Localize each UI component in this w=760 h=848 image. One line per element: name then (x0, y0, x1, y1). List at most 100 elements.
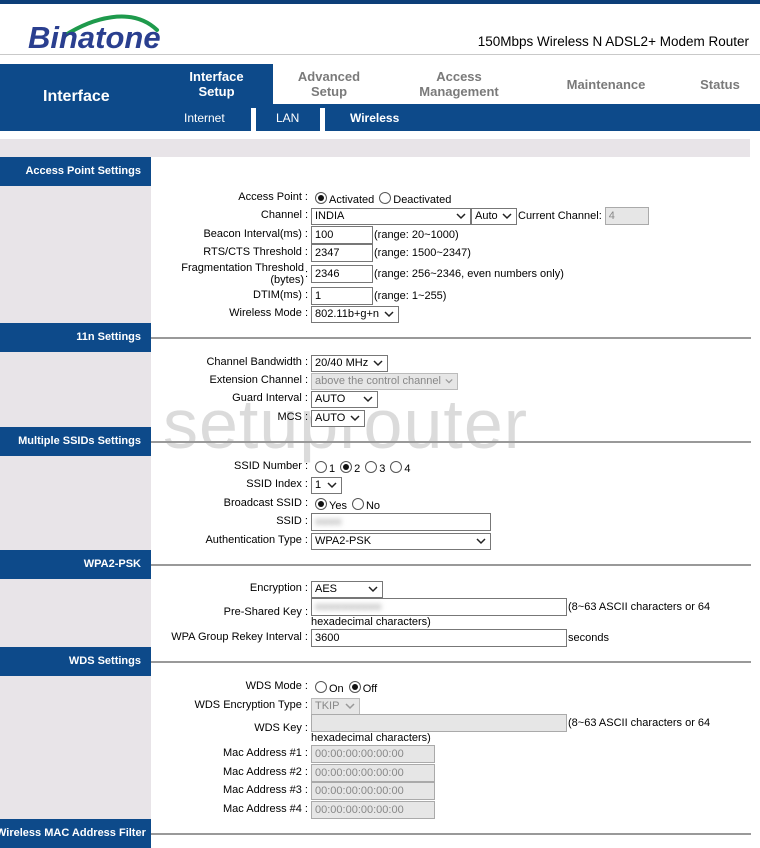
rekey-interval-input[interactable] (311, 629, 567, 647)
section-header-wds: WDS Settings (0, 647, 151, 676)
wds-mode-row: WDS Mode : On Off (245, 680, 378, 695)
subtab-wireless[interactable]: Wireless (350, 104, 399, 131)
subtab-lan[interactable]: LAN (276, 104, 299, 131)
beacon-interval-input[interactable] (311, 226, 373, 244)
mac-address-row: Mac Address #2 : (151, 764, 760, 782)
wds-key-row: WDS Key : (8~63 ASCII characters or 64 h… (151, 714, 760, 744)
sidebar-background (0, 157, 151, 840)
rts-row: RTS/CTS Threshold : (range: 1500~2347) (151, 244, 760, 262)
binatone-logo: Binatone (28, 8, 178, 56)
broadcast-yes-radio[interactable] (315, 498, 327, 510)
wds-encryption-row: WDS Encryption Type : TKIP (151, 697, 760, 715)
subnav-separator (251, 108, 256, 131)
access-point-activated-radio[interactable] (315, 192, 327, 204)
rts-threshold-input[interactable] (311, 244, 373, 262)
section-header-mac-filter: Wireless MAC Address Filter (0, 819, 151, 848)
top-border (0, 0, 760, 4)
channel-country-select[interactable]: INDIA (311, 207, 471, 225)
ssid-number-4-radio[interactable] (390, 461, 403, 473)
wds-on-radio[interactable] (315, 681, 327, 693)
auth-type-row: Authentication Type : WPA2-PSK (151, 532, 760, 550)
wds-encryption-select: TKIP (311, 697, 360, 715)
chevron-down-icon (350, 415, 360, 422)
section-header-wpa2: WPA2-PSK (0, 550, 151, 579)
mac-address-2-input (311, 764, 435, 782)
mac-address-row: Mac Address #4 : (151, 801, 760, 819)
tab-interface-setup[interactable]: Interface Setup (160, 64, 273, 104)
mac-address-row: Mac Address #3 : (151, 782, 760, 800)
authentication-type-select[interactable]: WPA2-PSK (311, 532, 491, 550)
wds-key-input (311, 714, 567, 732)
header-divider (0, 54, 760, 55)
chevron-down-icon (327, 482, 337, 489)
product-name: 150Mbps Wireless N ADSL2+ Modem Router (477, 34, 749, 49)
encryption-select[interactable]: AES (311, 580, 383, 598)
section-divider (151, 337, 751, 339)
section-divider (151, 833, 751, 835)
tab-status[interactable]: Status (688, 64, 752, 104)
ssid-number-2-radio[interactable] (340, 461, 353, 473)
ssid-row: SSID : ●●●● (151, 513, 760, 531)
section-header-access-point: Access Point Settings (0, 157, 151, 186)
rekey-interval-row: WPA Group Rekey Interval : seconds (151, 629, 760, 647)
fragmentation-threshold-input[interactable] (311, 265, 373, 283)
chevron-down-icon (368, 586, 378, 593)
main-nav: Interface Interface Setup Advanced Setup… (0, 64, 760, 131)
wds-off-radio[interactable] (348, 681, 361, 693)
chevron-down-icon (476, 538, 486, 545)
access-point-deactivated-radio[interactable] (379, 192, 392, 204)
mac-address-3-input (311, 782, 435, 800)
chevron-down-icon (363, 396, 373, 403)
mcs-row: MCS : AUTO (151, 409, 760, 427)
chevron-down-icon (502, 213, 512, 220)
subtab-internet[interactable]: Internet (184, 104, 225, 131)
guard-interval-row: Guard Interval : AUTO (151, 390, 760, 408)
mcs-select[interactable]: AUTO (311, 409, 365, 427)
chevron-down-icon (445, 378, 453, 384)
section-divider (151, 441, 751, 443)
current-channel-field (604, 207, 649, 225)
section-header-11n: 11n Settings (0, 323, 151, 352)
broadcast-no-radio[interactable] (351, 498, 364, 510)
mac-address-1-input (311, 745, 435, 763)
chevron-down-icon (384, 311, 394, 318)
sub-nav: Internet LAN Wireless (0, 104, 760, 131)
section-divider (151, 661, 751, 663)
pre-shared-key-row: Pre-Shared Key : ●●●●●●●●●● (8~63 ASCII … (151, 598, 760, 628)
ssid-number-row: SSID Number : 1 2 3 4 (234, 460, 411, 475)
extension-channel-row: Extension Channel : above the control ch… (151, 372, 760, 390)
fragmentation-row: Fragmentation Threshold(bytes) : (range:… (151, 262, 760, 288)
tab-maintenance[interactable]: Maintenance (545, 64, 667, 104)
pre-shared-key-input[interactable]: ●●●●●●●●●● (311, 598, 567, 616)
extension-channel-select: above the control channel (311, 372, 458, 390)
section-divider (151, 564, 751, 566)
mac-address-row: Mac Address #1 : (151, 745, 760, 763)
mac-address-4-input (311, 801, 435, 819)
broadcast-ssid-row: Broadcast SSID : Yes No (223, 497, 381, 512)
section-header-ssids: Multiple SSIDs Settings (0, 427, 151, 456)
logo-text: Binatone (28, 20, 161, 55)
chevron-down-icon (373, 360, 383, 367)
access-point-row: Access Point : Activated Deactivated (238, 191, 452, 206)
encryption-row: Encryption : AES (151, 580, 760, 598)
tab-access-management[interactable]: Access Management (395, 64, 523, 104)
channel-bandwidth-select[interactable]: 20/40 MHz (311, 354, 388, 372)
ssid-index-row: SSID Index : 1 (151, 476, 760, 494)
bandwidth-row: Channel Bandwidth : 20/40 MHz (151, 354, 760, 372)
subnav-separator (320, 108, 325, 131)
ssid-number-3-radio[interactable] (365, 461, 378, 473)
content-top-bar (0, 139, 750, 157)
channel-mode-select[interactable]: Auto (471, 207, 517, 225)
dtim-input[interactable] (311, 287, 373, 305)
ssid-index-select[interactable]: 1 (311, 476, 342, 494)
guard-interval-select[interactable]: AUTO (311, 390, 378, 408)
ssid-number-1-radio[interactable] (315, 461, 327, 473)
tab-advanced-setup[interactable]: Advanced Setup (273, 64, 385, 104)
chevron-down-icon (345, 703, 355, 710)
wireless-mode-row: Wireless Mode : 802.11b+g+n (151, 305, 760, 323)
chevron-down-icon (456, 213, 466, 220)
wireless-mode-select[interactable]: 802.11b+g+n (311, 305, 399, 323)
beacon-row: Beacon Interval(ms) : (range: 20~1000) (151, 226, 760, 244)
dtim-row: DTIM(ms) : (range: 1~255) (151, 287, 760, 305)
ssid-input[interactable]: ●●●● (311, 513, 491, 531)
